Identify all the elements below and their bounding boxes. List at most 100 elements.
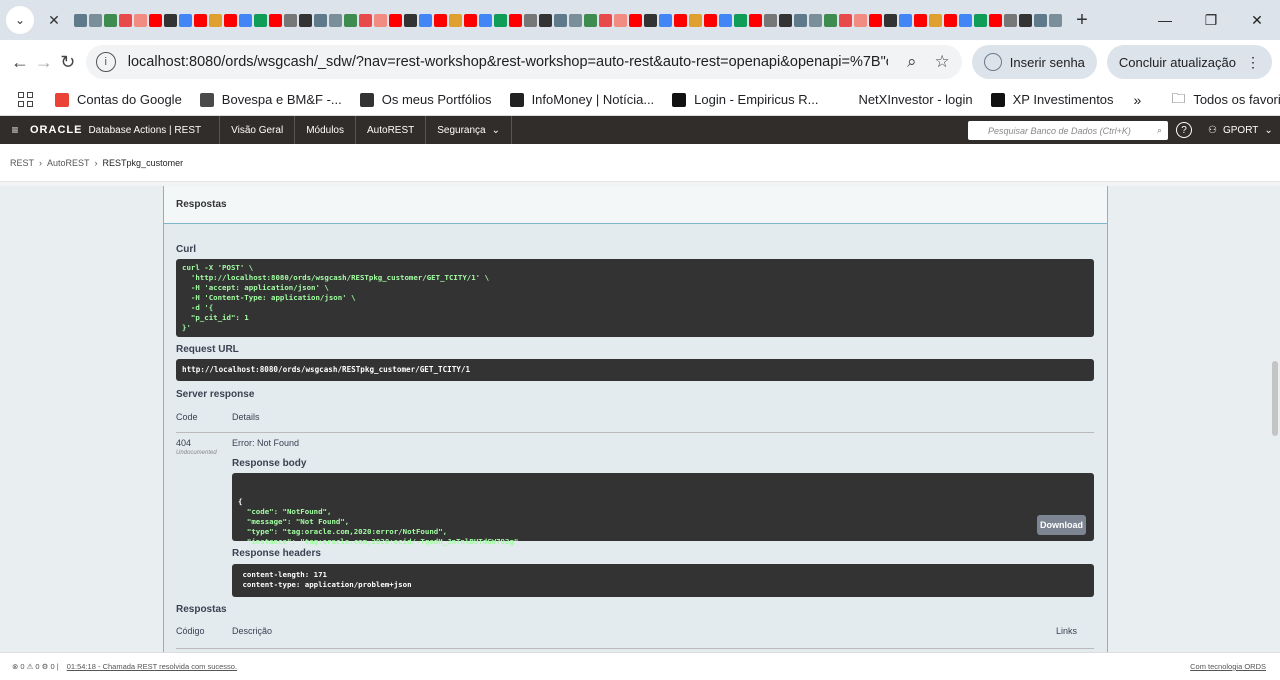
bookmark-star-icon[interactable]: ☆ [935, 52, 950, 72]
tab-favicon-icon[interactable] [149, 13, 162, 27]
update-pill[interactable]: Concluir atualização ⋮ [1106, 45, 1272, 79]
chevron-right-double-icon[interactable]: » [1134, 92, 1142, 108]
tab-favicon-icon[interactable] [164, 13, 177, 27]
reload-button[interactable]: ↻ [56, 44, 80, 80]
tab-favicon-list[interactable] [74, 10, 1064, 30]
tab-favicon-icon[interactable] [449, 13, 462, 27]
status-counts[interactable]: ⊗ 0 ⚠ 0 ⚙ 0 | [12, 662, 59, 671]
new-tab-button[interactable]: + [1068, 9, 1096, 32]
db-search-input[interactable]: Pesquisar Banco de Dados (Ctrl+K) ⌕ [968, 121, 1168, 140]
tab-favicon-icon[interactable] [89, 13, 102, 27]
user-menu[interactable]: ⚇ GPORT ⌄ [1208, 116, 1273, 144]
oracle-nav-item[interactable]: AutoREST [355, 116, 425, 144]
window-close-button[interactable]: ✕ [1234, 0, 1280, 40]
tab-favicon-icon[interactable] [809, 13, 822, 27]
powered-by-ords[interactable]: Com tecnologia ORDS [1190, 662, 1266, 671]
tab-favicon-icon[interactable] [389, 13, 402, 27]
tab-favicon-icon[interactable] [524, 13, 537, 27]
tab-favicon-icon[interactable] [689, 13, 702, 27]
response-body-code[interactable]: { "code": "NotFound", "message": "Not Fo… [232, 473, 1094, 556]
maximize-button[interactable]: ❐ [1188, 0, 1234, 40]
active-tab-close-button[interactable]: ✕ [40, 6, 68, 34]
tab-favicon-icon[interactable] [359, 13, 372, 27]
tab-favicon-icon[interactable] [494, 13, 507, 27]
tab-favicon-icon[interactable] [959, 13, 972, 27]
tab-favicon-icon[interactable] [974, 13, 987, 27]
tab-favicon-icon[interactable] [179, 13, 192, 27]
tab-favicon-icon[interactable] [659, 13, 672, 27]
password-pill[interactable]: Inserir senha [971, 45, 1097, 79]
apps-grid-icon[interactable] [18, 91, 33, 108]
page-scrollbar[interactable] [1272, 361, 1278, 436]
tab-favicon-icon[interactable] [374, 13, 387, 27]
back-button[interactable]: ← [8, 44, 32, 80]
oracle-nav-item[interactable]: Segurança ⌄ [425, 116, 513, 144]
tab-favicon-icon[interactable] [404, 13, 417, 27]
tab-favicon-icon[interactable] [884, 13, 897, 27]
minimize-button[interactable]: — [1142, 0, 1188, 40]
tab-favicon-icon[interactable] [929, 13, 942, 27]
tab-favicon-icon[interactable] [239, 13, 252, 27]
bookmark-item[interactable]: InfoMoney | Notícia... [509, 92, 654, 107]
tab-favicon-icon[interactable] [254, 13, 267, 27]
crumb-autorest[interactable]: AutoREST [47, 158, 90, 168]
tab-favicon-icon[interactable] [1019, 13, 1032, 27]
tab-favicon-icon[interactable] [779, 13, 792, 27]
tab-favicon-icon[interactable] [329, 13, 342, 27]
bookmark-item[interactable]: Os meus Portfólios [359, 92, 492, 107]
address-bar[interactable]: i localhost:8080/ords/wsgcash/_sdw/?nav=… [85, 45, 962, 79]
tab-favicon-icon[interactable] [599, 13, 612, 27]
tab-favicon-icon[interactable] [734, 13, 747, 27]
tab-favicon-icon[interactable] [584, 13, 597, 27]
download-button[interactable]: Download [1037, 515, 1086, 535]
tab-favicon-icon[interactable] [989, 13, 1002, 27]
tab-favicon-icon[interactable] [284, 13, 297, 27]
bookmark-item[interactable]: Bovespa e BM&F -... [199, 92, 342, 107]
tab-favicon-icon[interactable] [74, 13, 87, 27]
tab-favicon-icon[interactable] [269, 13, 282, 27]
tab-favicon-icon[interactable] [1034, 13, 1047, 27]
tab-favicon-icon[interactable] [509, 13, 522, 27]
tab-favicon-icon[interactable] [794, 13, 807, 27]
bookmark-item[interactable]: Login - Empiricus R... [672, 92, 818, 107]
tab-favicon-icon[interactable] [914, 13, 927, 27]
crumb-rest[interactable]: REST [10, 158, 34, 168]
tab-favicon-icon[interactable] [869, 13, 882, 27]
tab-favicon-icon[interactable] [419, 13, 432, 27]
tab-favicon-icon[interactable] [434, 13, 447, 27]
tab-favicon-icon[interactable] [854, 13, 867, 27]
tab-favicon-icon[interactable] [569, 13, 582, 27]
tab-favicon-icon[interactable] [119, 13, 132, 27]
tab-favicon-icon[interactable] [719, 13, 732, 27]
tab-favicon-icon[interactable] [224, 13, 237, 27]
tab-favicon-icon[interactable] [704, 13, 717, 27]
tab-favicon-icon[interactable] [839, 13, 852, 27]
forward-button[interactable]: → [32, 44, 56, 80]
hamburger-menu-icon[interactable]: ≡ [0, 123, 30, 137]
site-info-icon[interactable]: i [95, 52, 116, 72]
tab-favicon-icon[interactable] [209, 13, 222, 27]
tab-favicon-icon[interactable] [629, 13, 642, 27]
tab-favicon-icon[interactable] [299, 13, 312, 27]
oracle-nav-item[interactable]: Visão Geral [219, 116, 294, 144]
zoom-search-icon[interactable]: ⌕ [907, 52, 917, 72]
tab-favicon-icon[interactable] [134, 13, 147, 27]
tab-favicon-icon[interactable] [644, 13, 657, 27]
bookmark-item[interactable]: XP Investimentos [990, 92, 1114, 107]
tab-favicon-icon[interactable] [749, 13, 762, 27]
tab-favicon-icon[interactable] [764, 13, 777, 27]
tab-favicon-icon[interactable] [314, 13, 327, 27]
tab-favicon-icon[interactable] [194, 13, 207, 27]
bookmark-item[interactable]: NetXInvestor - login [836, 92, 973, 107]
response-headers-code[interactable]: content-length: 171 content-type: applic… [232, 564, 1094, 597]
tab-favicon-icon[interactable] [464, 13, 477, 27]
tab-search-button[interactable]: ⌄ [6, 6, 34, 34]
help-icon[interactable]: ? [1176, 122, 1192, 138]
oracle-nav-item[interactable]: Módulos [294, 116, 355, 144]
tab-favicon-icon[interactable] [554, 13, 567, 27]
tab-favicon-icon[interactable] [479, 13, 492, 27]
tab-favicon-icon[interactable] [1004, 13, 1017, 27]
bookmark-item[interactable]: Contas do Google [55, 92, 182, 107]
tab-favicon-icon[interactable] [899, 13, 912, 27]
tab-favicon-icon[interactable] [1049, 13, 1062, 27]
